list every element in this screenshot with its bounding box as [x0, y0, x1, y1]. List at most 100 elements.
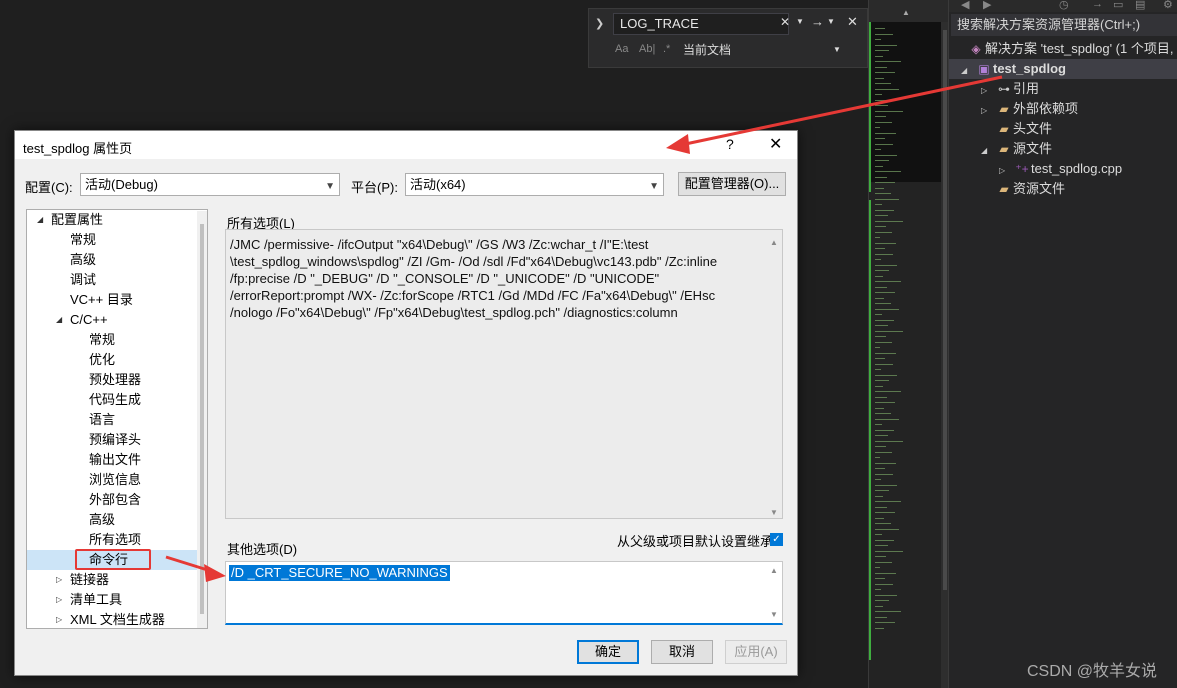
- minimap-code-line: [875, 418, 899, 420]
- annotation-highlight-box: [75, 549, 151, 570]
- minimap-code-line: [875, 198, 899, 200]
- ok-button[interactable]: 确定: [577, 640, 639, 664]
- minimap-code-line: [875, 583, 893, 585]
- scroll-up-icon[interactable]: ▲: [770, 234, 778, 251]
- tree-item-label: 高级: [89, 512, 116, 527]
- minimap-code-line: [875, 182, 895, 183]
- options-line: \test_spdlog_windows\spdlog" /ZI /Gm- /O…: [230, 254, 718, 269]
- minimap-code-line: [875, 391, 901, 392]
- match-case-icon[interactable]: Aa: [615, 43, 628, 55]
- collapsed-arrow-icon[interactable]: ▷: [981, 101, 995, 121]
- tree-item-header-files[interactable]: ▰ 头文件: [995, 119, 1052, 139]
- collapsed-arrow-icon[interactable]: ▷: [999, 161, 1013, 181]
- minimap-code-line: [875, 578, 885, 579]
- scroll-up-icon[interactable]: ▲: [902, 8, 910, 17]
- minimap-code-line: [875, 154, 897, 156]
- minimap-code-line: [875, 539, 894, 541]
- minimap-code-line: [875, 110, 903, 112]
- minimap-code-line: [875, 264, 897, 266]
- apply-button[interactable]: 应用(A): [725, 640, 787, 664]
- properties-icon[interactable]: ⚙: [1163, 0, 1173, 11]
- tree-item-resource-files[interactable]: ▰ 资源文件: [995, 179, 1065, 199]
- search-history-dropdown-icon[interactable]: ▼: [796, 17, 804, 26]
- solution-icon: ◈: [971, 42, 981, 56]
- regex-icon[interactable]: .*: [663, 43, 670, 55]
- tree-item-label: 常规: [70, 232, 97, 247]
- tree-item-source-files[interactable]: ◢ ▰ 源文件: [981, 139, 1052, 159]
- change-bar: [869, 200, 871, 660]
- options-line: /JMC /permissive- /ifcOutput "x64\Debug\…: [230, 237, 649, 252]
- expanded-arrow-icon[interactable]: ◢: [37, 210, 43, 230]
- find-input[interactable]: LOG_TRACE: [613, 13, 789, 35]
- forward-icon[interactable]: ▶: [983, 0, 991, 11]
- find-scope-select[interactable]: 当前文档: [683, 41, 731, 58]
- scroll-down-icon[interactable]: ▼: [770, 610, 778, 619]
- platform-label: 平台(P):: [351, 180, 398, 195]
- tree-item-cpp-file[interactable]: ▷ ⁺+ test_spdlog.cpp: [999, 159, 1122, 179]
- platform-select[interactable]: 活动(x64) ▼: [405, 173, 664, 196]
- options-scrollbar[interactable]: ▲ ▼: [766, 230, 782, 518]
- config-select[interactable]: 活动(Debug) ▼: [80, 173, 340, 196]
- folder-open-icon: ▰: [999, 142, 1009, 156]
- folder-icon: ▰: [999, 102, 1009, 116]
- minimap-code-line: [875, 374, 897, 376]
- cancel-button[interactable]: 取消: [651, 640, 713, 664]
- editor-scrollbar-thumb[interactable]: [943, 30, 947, 590]
- minimap-code-line: [875, 556, 886, 557]
- tree-item-project[interactable]: ◢ ▣ test_spdlog: [949, 59, 1177, 79]
- tree-item-label: C/C++: [70, 312, 108, 327]
- minimap-code-line: [875, 116, 886, 117]
- minimap-code-line: [875, 303, 891, 304]
- other-options-textbox[interactable]: /D _CRT_SECURE_NO_WARNINGS ▲ ▼: [225, 561, 783, 625]
- minimap-code-line: [875, 28, 885, 29]
- sync-icon[interactable]: →: [1092, 0, 1103, 10]
- close-find-icon[interactable]: ✕: [847, 14, 858, 30]
- find-toggle-replace-icon[interactable]: ❯: [595, 17, 604, 30]
- minimap-code-line: [875, 226, 886, 227]
- minimap-code-line: [875, 352, 896, 354]
- minimap-viewport[interactable]: [871, 22, 941, 182]
- code-minimap[interactable]: ▲: [868, 0, 949, 688]
- minimap-code-line: [875, 627, 884, 629]
- find-options-dropdown-icon[interactable]: ▼: [827, 17, 835, 26]
- collapsed-arrow-icon[interactable]: ▷: [981, 81, 995, 101]
- back-icon[interactable]: ◀: [961, 0, 969, 11]
- config-manager-button[interactable]: 配置管理器(O)...: [678, 172, 786, 196]
- scroll-up-icon[interactable]: ▲: [770, 566, 778, 575]
- other-options-value: /D _CRT_SECURE_NO_WARNINGS: [229, 565, 450, 581]
- tree-item-label: 输出文件: [89, 452, 142, 467]
- close-icon[interactable]: ✕: [769, 134, 782, 154]
- expanded-arrow-icon[interactable]: ◢: [56, 310, 62, 330]
- expanded-arrow-icon[interactable]: ◢: [961, 61, 975, 81]
- collapse-icon[interactable]: ▭: [1113, 0, 1123, 11]
- minimap-code-line: [875, 616, 887, 618]
- tree-item-solution[interactable]: ◈ 解决方案 'test_spdlog' (1 个项目,: [967, 39, 1173, 59]
- show-all-icon[interactable]: ▤: [1135, 0, 1145, 11]
- help-icon[interactable]: ?: [726, 136, 734, 152]
- tree-item-label: 优化: [89, 352, 116, 367]
- expanded-arrow-icon[interactable]: ◢: [981, 141, 995, 161]
- collapsed-arrow-icon[interactable]: ▷: [56, 610, 62, 628]
- tree-item-label: 代码生成: [89, 392, 142, 407]
- collapsed-arrow-icon[interactable]: ▷: [56, 570, 62, 590]
- find-next-icon[interactable]: →: [811, 14, 824, 29]
- solution-search-input[interactable]: 搜索解决方案资源管理器(Ctrl+;): [951, 14, 1177, 36]
- all-options-textbox[interactable]: /JMC /permissive- /ifcOutput "x64\Debug\…: [225, 229, 783, 519]
- whole-word-icon[interactable]: Ab|: [639, 43, 655, 55]
- other-options-scrollbar[interactable]: ▲ ▼: [766, 562, 782, 624]
- tree-scrollbar-thumb[interactable]: [200, 224, 204, 614]
- tree-item-external-deps[interactable]: ▷ ▰ 外部依赖项: [981, 99, 1078, 119]
- chevron-down-icon[interactable]: ▼: [833, 45, 841, 54]
- tree-item-references[interactable]: ▷ ⊶ 引用: [981, 79, 1039, 99]
- inherit-checkbox[interactable]: ✓: [770, 533, 783, 546]
- collapsed-arrow-icon[interactable]: ▷: [56, 590, 62, 610]
- scroll-down-icon[interactable]: ▼: [770, 504, 778, 521]
- cpp-file-icon: ⁺+: [1015, 162, 1029, 176]
- minimap-code-line: [875, 314, 882, 315]
- clear-search-icon[interactable]: ✕: [780, 15, 790, 29]
- minimap-code-line: [875, 88, 899, 90]
- minimap-code-line: [875, 237, 880, 238]
- history-icon[interactable]: ◷: [1059, 0, 1069, 11]
- tree-item-label: 预编译头: [89, 432, 142, 447]
- minimap-code-line: [875, 490, 889, 491]
